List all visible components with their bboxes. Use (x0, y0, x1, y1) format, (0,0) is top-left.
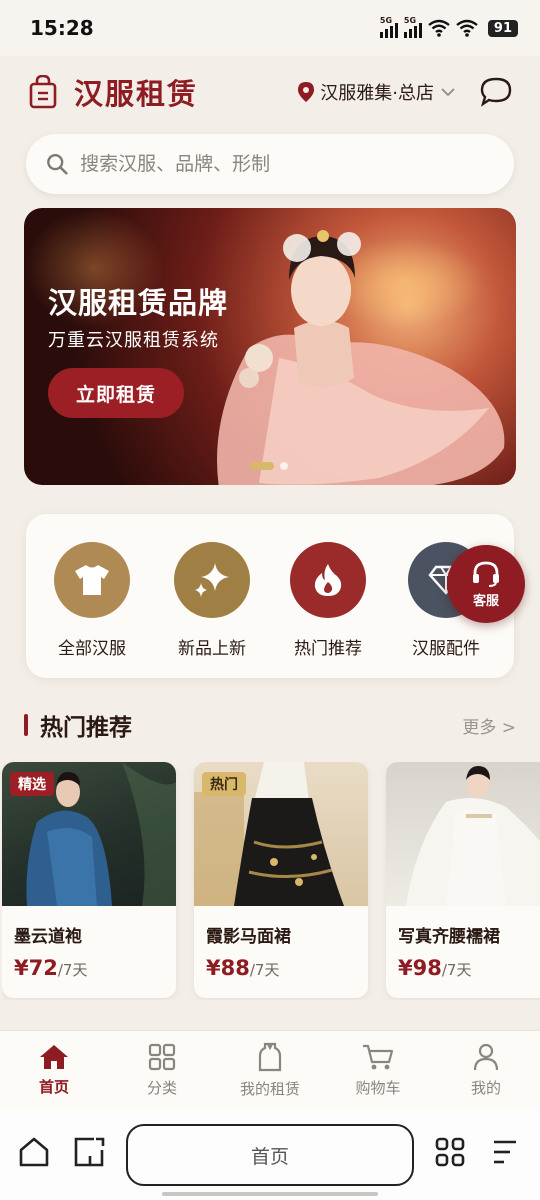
customer-service-label: 客服 (472, 593, 499, 609)
store-selector[interactable]: 汉服雅集·总店 (298, 79, 456, 105)
price-value: ¥88 (206, 956, 250, 980)
search-icon (47, 154, 68, 175)
product-badge: 精选 (10, 772, 54, 796)
garment-icon (258, 1042, 282, 1072)
location-pin-icon (298, 82, 315, 102)
category-all-hanfu[interactable]: 全部汉服 (42, 542, 142, 659)
apps-grid-icon[interactable] (434, 1136, 466, 1168)
carousel-dot-active[interactable] (250, 462, 274, 470)
customer-service-button[interactable]: 客服 (447, 545, 525, 623)
network-type-label: 5G (379, 16, 393, 25)
tab-label: 购物车 (355, 1079, 401, 1097)
chevron-down-icon (441, 88, 455, 97)
product-price: ¥98/7天 (398, 956, 471, 980)
category-hot-picks[interactable]: 热门推荐 (278, 542, 378, 659)
product-card[interactable]: 热门 霞影马面裙 ¥88/7天 (194, 762, 368, 998)
browser-toolbar: 首页 (0, 1110, 540, 1200)
tab-label: 我的租赁 (239, 1080, 300, 1098)
battery-indicator: 91 (487, 19, 518, 37)
section-title: 热门推荐 (40, 715, 132, 741)
category-icon-bg (290, 542, 366, 618)
bag-icon (29, 75, 57, 109)
tab-category[interactable]: 分类 (108, 1031, 216, 1110)
cellular-signal-icon: 5G (379, 16, 398, 38)
tab-label: 分类 (146, 1079, 177, 1097)
rental-period: /7天 (57, 961, 88, 979)
rental-period: /7天 (249, 961, 280, 979)
product-carousel[interactable]: 精选 墨云道袍 ¥72/7天 热门 霞影马面裙 ¥88/7天 写真齐腰襦裙 ¥9… (2, 762, 540, 1000)
cart-icon (363, 1044, 394, 1070)
flame-icon (314, 564, 342, 596)
network-type-label: 5G (403, 16, 417, 25)
tab-my-rentals[interactable]: 我的租赁 (216, 1031, 324, 1110)
product-name: 霞影马面裙 (206, 927, 291, 947)
app-header: 汉服租赁 汉服雅集·总店 (0, 56, 540, 128)
wifi-icon (428, 19, 450, 37)
home-indicator[interactable] (162, 1192, 378, 1196)
status-time: 15:28 (30, 16, 94, 40)
product-image: 精选 (2, 762, 176, 906)
search-input[interactable] (80, 153, 494, 175)
product-image (386, 762, 540, 906)
search-bar[interactable] (26, 134, 514, 194)
shirt-icon (75, 565, 109, 595)
rent-now-button[interactable]: 立即租赁 (48, 368, 184, 418)
tabs-icon[interactable] (72, 1136, 106, 1168)
category-new-arrivals[interactable]: 新品上新 (162, 542, 262, 659)
hot-section-header: 热门推荐 更多 > (24, 705, 516, 745)
tab-profile[interactable]: 我的 (432, 1031, 540, 1110)
product-name: 墨云道袍 (14, 927, 82, 947)
grid-icon (148, 1043, 176, 1071)
sparkle-icon (195, 563, 229, 597)
banner-model-image (217, 230, 505, 485)
address-bar[interactable]: 首页 (126, 1124, 414, 1186)
product-photo-figure (406, 766, 540, 906)
price-value: ¥72 (14, 956, 58, 980)
product-price: ¥72/7天 (14, 956, 87, 980)
user-icon (473, 1043, 499, 1071)
tab-home[interactable]: 首页 (0, 1031, 108, 1110)
cellular-signal-icon: 5G (403, 16, 422, 38)
product-name: 写真齐腰襦裙 (398, 927, 500, 947)
tab-label: 我的 (470, 1079, 501, 1097)
section-accent-bar (24, 714, 28, 736)
app-title: 汉服租赁 (74, 77, 199, 111)
carousel-dot[interactable] (280, 462, 288, 470)
store-name: 汉服雅集·总店 (320, 83, 434, 104)
product-price: ¥88/7天 (206, 956, 279, 980)
rental-period: /7天 (441, 961, 472, 979)
category-label: 全部汉服 (58, 639, 126, 659)
category-label: 热门推荐 (294, 639, 362, 659)
category-panel: 全部汉服 新品上新 热门推荐 汉服配件 (26, 514, 514, 678)
banner-subtitle: 万重云汉服租赁系统 (48, 330, 219, 351)
status-icons: 5G 5G 91 (379, 16, 518, 38)
bottom-tab-bar: 首页 分类 我的租赁 购物车 我的 (0, 1030, 540, 1110)
product-image: 热门 (194, 762, 368, 906)
wifi-icon (456, 19, 478, 37)
category-label: 新品上新 (178, 639, 246, 659)
price-value: ¥98 (398, 956, 442, 980)
product-card[interactable]: 精选 墨云道袍 ¥72/7天 (2, 762, 176, 998)
home-icon (40, 1045, 68, 1069)
browser-home-icon[interactable] (18, 1136, 50, 1168)
tab-label: 首页 (38, 1078, 69, 1096)
menu-icon[interactable] (490, 1136, 520, 1168)
category-icon-bg (174, 542, 250, 618)
category-label: 汉服配件 (412, 639, 480, 659)
status-bar: 15:28 5G 5G 91 (0, 0, 540, 56)
banner-title: 汉服租赁品牌 (48, 286, 229, 320)
category-icon-bg (54, 542, 130, 618)
see-more-link[interactable]: 更多 > (462, 713, 516, 738)
product-card[interactable]: 写真齐腰襦裙 ¥98/7天 (386, 762, 540, 998)
carousel-indicator (250, 462, 288, 470)
tab-cart[interactable]: 购物车 (324, 1031, 432, 1110)
headset-icon (473, 561, 499, 587)
product-badge: 热门 (202, 772, 246, 796)
message-icon[interactable] (480, 77, 512, 107)
hero-banner[interactable]: 汉服租赁品牌 万重云汉服租赁系统 立即租赁 (24, 208, 516, 485)
